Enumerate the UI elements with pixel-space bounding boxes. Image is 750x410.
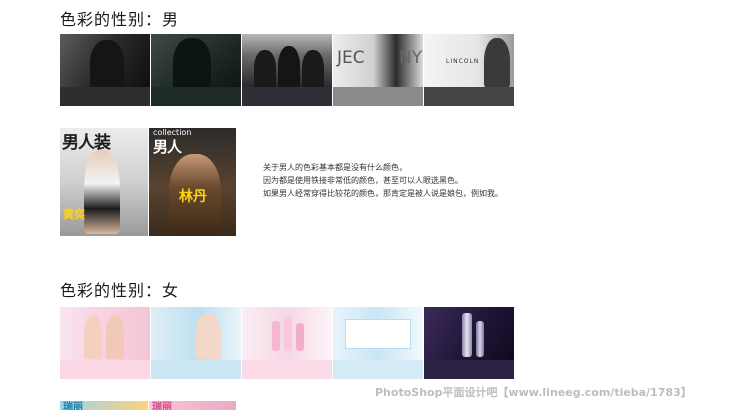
- magazine-cover-2: collection 男人 林丹: [149, 128, 236, 236]
- male-thumb-4: JEC NY: [333, 34, 423, 106]
- male-thumb-5: LINCOLN: [424, 34, 514, 106]
- magazine-1-figure: [84, 150, 120, 234]
- caption-line-3: 如果男人经常穿得比较花的颜色，那肯定是被人说是娘包，例如我。: [263, 189, 503, 198]
- male-swatch-2: [151, 87, 241, 106]
- female-product-5b: [476, 321, 484, 357]
- magazine-cover-1: 男人装 黄奕: [60, 128, 148, 236]
- male-thumb-3: [242, 34, 332, 106]
- magazine-1-name: 黄奕: [63, 208, 85, 221]
- female-color-strip: [60, 307, 515, 379]
- female-swatch-5: [424, 360, 514, 379]
- male-figure-3a: [254, 50, 276, 90]
- female-photo-4: [333, 307, 423, 360]
- male-logo-4a: JEC: [337, 48, 365, 68]
- magazine-2-name: 林丹: [179, 189, 207, 205]
- female-photo-1: [60, 307, 150, 360]
- female-thumb-3: [242, 307, 332, 379]
- section-heading-male: 色彩的性别：男: [60, 10, 180, 29]
- male-photo-4: JEC NY: [333, 34, 423, 87]
- female-swatch-2: [151, 360, 241, 379]
- male-photo-1: [60, 34, 150, 90]
- partial-magazine-2: 瑞丽: [149, 401, 236, 410]
- male-figure-3c: [302, 50, 324, 90]
- female-figure-1b: [106, 315, 124, 359]
- female-swatch-1: [60, 360, 150, 379]
- female-photo-2: [151, 307, 241, 360]
- male-thumb-1: [60, 34, 150, 106]
- partial-magazine-1: 瑞丽: [60, 401, 148, 410]
- female-product-3b: [284, 317, 292, 351]
- female-thumb-4: [333, 307, 423, 379]
- caption-line-1: 关于男人的色彩基本都是没有什么颜色，: [263, 163, 407, 172]
- female-product-3c: [296, 323, 304, 351]
- male-figure-5: [484, 38, 510, 88]
- male-figure-2: [173, 38, 211, 90]
- male-photo-5: LINCOLN: [424, 34, 514, 88]
- female-thumb-2: [151, 307, 241, 379]
- male-logo-5: LINCOLN: [446, 58, 480, 65]
- male-swatch-4: [333, 87, 423, 106]
- partial-magazine-2-title: 瑞丽: [152, 402, 172, 410]
- female-figure-2: [195, 313, 221, 359]
- male-color-caption: 关于男人的色彩基本都是没有什么颜色， 因为都是使用铁接非常低的颜色，甚至可以人眼…: [263, 161, 503, 200]
- male-swatch-5: [424, 87, 514, 106]
- male-photo-2: [151, 34, 241, 90]
- male-logo-4b: NY: [399, 48, 423, 68]
- caption-line-2: 因为都是使用铁接非常低的颜色，甚至可以人眼选黑色。: [263, 176, 463, 185]
- female-photo-5: [424, 307, 514, 360]
- male-figure-1: [90, 40, 124, 90]
- female-photo-3: [242, 307, 332, 360]
- male-swatch-3: [242, 87, 332, 106]
- male-swatch-1: [60, 87, 150, 106]
- male-figure-3b: [278, 46, 300, 90]
- female-panel-4: [345, 319, 411, 349]
- section-heading-female: 色彩的性别：女: [60, 281, 180, 300]
- female-swatch-3: [242, 360, 332, 379]
- female-thumb-5: [424, 307, 514, 379]
- female-thumb-1: [60, 307, 150, 379]
- male-thumb-2: [151, 34, 241, 106]
- female-swatch-4: [333, 360, 423, 379]
- male-color-strip: JEC NY LINCOLN: [60, 34, 515, 106]
- female-product-3a: [272, 321, 280, 351]
- female-figure-1a: [84, 315, 102, 359]
- watermark-text: PhotoShop平面设计吧【www.lineeg.com/tieba/1783…: [375, 386, 692, 399]
- male-photo-3: [242, 34, 332, 90]
- magazine-2-title: 男人: [153, 138, 182, 156]
- partial-magazine-1-title: 瑞丽: [63, 402, 83, 410]
- female-product-5a: [462, 313, 472, 357]
